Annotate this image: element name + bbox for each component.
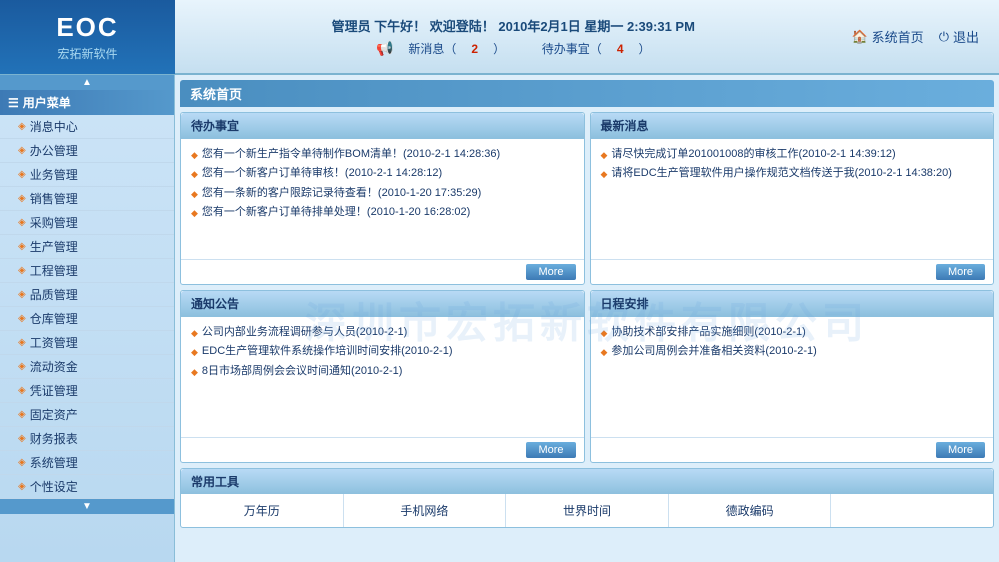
logo-text: EOC	[56, 12, 118, 43]
home-label: 系统首页	[872, 27, 924, 46]
sidebar-scroll-up[interactable]: ▲	[0, 75, 174, 90]
sidebar-item-personalize[interactable]: ◈ 个性设定	[0, 475, 174, 499]
home-icon: 🏠	[851, 29, 867, 45]
bullet-icon: ◆	[601, 149, 608, 162]
notice-item-2[interactable]: ◆ 8日市场部周例会会议时间通知(2010-2-1)	[191, 362, 574, 381]
bullet-icon: ◆	[191, 188, 198, 201]
sidebar-item-production[interactable]: ◈ 生产管理	[0, 235, 174, 259]
sidebar-item-messages[interactable]: ◈ 消息中心	[0, 115, 174, 139]
bullet-icon: ◆	[191, 346, 198, 359]
menu-icon: ☰	[8, 96, 19, 110]
pending-count[interactable]: 4	[617, 42, 624, 56]
schedule-panel-title: 日程安排	[591, 291, 994, 317]
sidebar-scroll-down[interactable]: ▼	[0, 499, 174, 514]
bullet-icon: ◆	[601, 168, 608, 181]
schedule-more-button[interactable]: More	[936, 442, 985, 458]
sidebar-item-fixed-assets[interactable]: ◈ 固定资产	[0, 403, 174, 427]
home-button[interactable]: 🏠 系统首页	[851, 27, 923, 46]
page-title: 系统首页	[180, 80, 994, 107]
new-message-count[interactable]: 2	[471, 42, 478, 56]
schedule-item-0[interactable]: ◆ 协助技术部安排产品实施细则(2010-2-1)	[601, 323, 984, 342]
notice-item-0[interactable]: ◆ 公司内部业务流程调研参与人员(2010-2-1)	[191, 323, 574, 342]
sidebar-item-cashflow[interactable]: ◈ 流动资金	[0, 355, 174, 379]
notice-item-1[interactable]: ◆ EDC生产管理软件系统操作培训时间安排(2010-2-1)	[191, 342, 574, 361]
news-panel: 最新消息 ◆ 请尽快完成订单201001008的审核工作(2010-2-1 14…	[590, 112, 995, 285]
sidebar-item-salary[interactable]: ◈ 工资管理	[0, 331, 174, 355]
logo: EOC 宏拓新软件	[0, 0, 175, 74]
logo-sub: 宏拓新软件	[57, 45, 117, 62]
messages-icon: ◈	[18, 121, 26, 132]
news-panel-title: 最新消息	[591, 113, 994, 139]
bullet-icon: ◆	[191, 149, 198, 162]
pending-item-2[interactable]: ◆ 您有一条新的客户限踪记录待查看！(2010-1-20 17:35:29)	[191, 184, 574, 203]
cashflow-icon: ◈	[18, 361, 26, 372]
pending-item-1[interactable]: ◆ 您有一个新客户订单待审核！(2010-2-1 14:28:12)	[191, 164, 574, 183]
logout-icon: ⏻	[939, 29, 949, 45]
quality-icon: ◈	[18, 289, 26, 300]
notice-more-button[interactable]: More	[526, 442, 575, 458]
logout-button[interactable]: ⏻ 退出	[939, 27, 979, 46]
tool-dz-code[interactable]: 德政编码	[669, 494, 832, 527]
sidebar-item-finance[interactable]: ◈ 财务报表	[0, 427, 174, 451]
pending-more-button[interactable]: More	[526, 264, 575, 280]
tool-mobile[interactable]: 手机网络	[344, 494, 507, 527]
news-item-1[interactable]: ◆ 请将EDC生产管理软件用户操作规范文档传送于我(2010-2-1 14:38…	[601, 164, 984, 183]
tool-extra	[831, 494, 993, 527]
sidebar-item-quality[interactable]: ◈ 品质管理	[0, 283, 174, 307]
notice-panel: 通知公告 ◆ 公司内部业务流程调研参与人员(2010-2-1) ◆ EDC生产管…	[180, 290, 585, 463]
pending-panel-title: 待办事宜	[181, 113, 584, 139]
tools-section: 常用工具 万年历 手机网络 世界时间 德政编码	[180, 468, 994, 528]
production-icon: ◈	[18, 241, 26, 252]
sidebar-menu-title[interactable]: ☰ 用户菜单	[0, 90, 174, 115]
warehouse-icon: ◈	[18, 313, 26, 324]
engineering-icon: ◈	[18, 265, 26, 276]
sidebar-item-sales[interactable]: ◈ 销售管理	[0, 187, 174, 211]
assets-icon: ◈	[18, 409, 26, 420]
tools-title: 常用工具	[181, 469, 993, 494]
tool-world-time[interactable]: 世界时间	[506, 494, 669, 527]
sidebar-item-system[interactable]: ◈ 系统管理	[0, 451, 174, 475]
bullet-icon: ◆	[191, 327, 198, 340]
office-icon: ◈	[18, 145, 26, 156]
sidebar-item-purchase[interactable]: ◈ 采购管理	[0, 211, 174, 235]
sidebar-item-warehouse[interactable]: ◈ 仓库管理	[0, 307, 174, 331]
schedule-panel: 日程安排 ◆ 协助技术部安排产品实施细则(2010-2-1) ◆ 参加公司周例会…	[590, 290, 995, 463]
schedule-item-1[interactable]: ◆ 参加公司周例会并准备相关资料(2010-2-1)	[601, 342, 984, 361]
personalize-icon: ◈	[18, 481, 26, 492]
sidebar-item-voucher[interactable]: ◈ 凭证管理	[0, 379, 174, 403]
logout-label: 退出	[953, 27, 979, 46]
news-item-0[interactable]: ◆ 请尽快完成订单201001008的审核工作(2010-2-1 14:39:1…	[601, 145, 984, 164]
voucher-icon: ◈	[18, 385, 26, 396]
sidebar-item-engineering[interactable]: ◈ 工程管理	[0, 259, 174, 283]
salary-icon: ◈	[18, 337, 26, 348]
pending-label: 待办事宜（	[542, 40, 602, 57]
header-greeting: 管理员 下午好！ 欢迎登陆！ 2010年2月1日 星期一 2:39:31 PM	[332, 16, 695, 35]
bullet-icon: ◆	[191, 366, 198, 379]
bullet-icon: ◆	[601, 327, 608, 340]
pending-item-3[interactable]: ◆ 您有一个新客户订单待排单处理！(2010-1-20 16:28:02)	[191, 203, 574, 222]
pending-panel: 待办事宜 ◆ 您有一个新生产指令单待制作BOM清单！(2010-2-1 14:2…	[180, 112, 585, 285]
new-message-label: 新消息（	[408, 40, 456, 57]
bullet-icon: ◆	[191, 207, 198, 220]
sidebar-item-business[interactable]: ◈ 业务管理	[0, 163, 174, 187]
sales-icon: ◈	[18, 193, 26, 204]
purchase-icon: ◈	[18, 217, 26, 228]
tool-calendar[interactable]: 万年历	[181, 494, 344, 527]
bullet-icon: ◆	[191, 168, 198, 181]
system-icon: ◈	[18, 457, 26, 468]
business-icon: ◈	[18, 169, 26, 180]
bullet-icon: ◆	[601, 346, 608, 359]
sidebar-item-office[interactable]: ◈ 办公管理	[0, 139, 174, 163]
finance-icon: ◈	[18, 433, 26, 444]
speaker-icon: 📢	[376, 40, 393, 57]
news-more-button[interactable]: More	[936, 264, 985, 280]
pending-item-0[interactable]: ◆ 您有一个新生产指令单待制作BOM清单！(2010-2-1 14:28:36)	[191, 145, 574, 164]
notice-panel-title: 通知公告	[181, 291, 584, 317]
